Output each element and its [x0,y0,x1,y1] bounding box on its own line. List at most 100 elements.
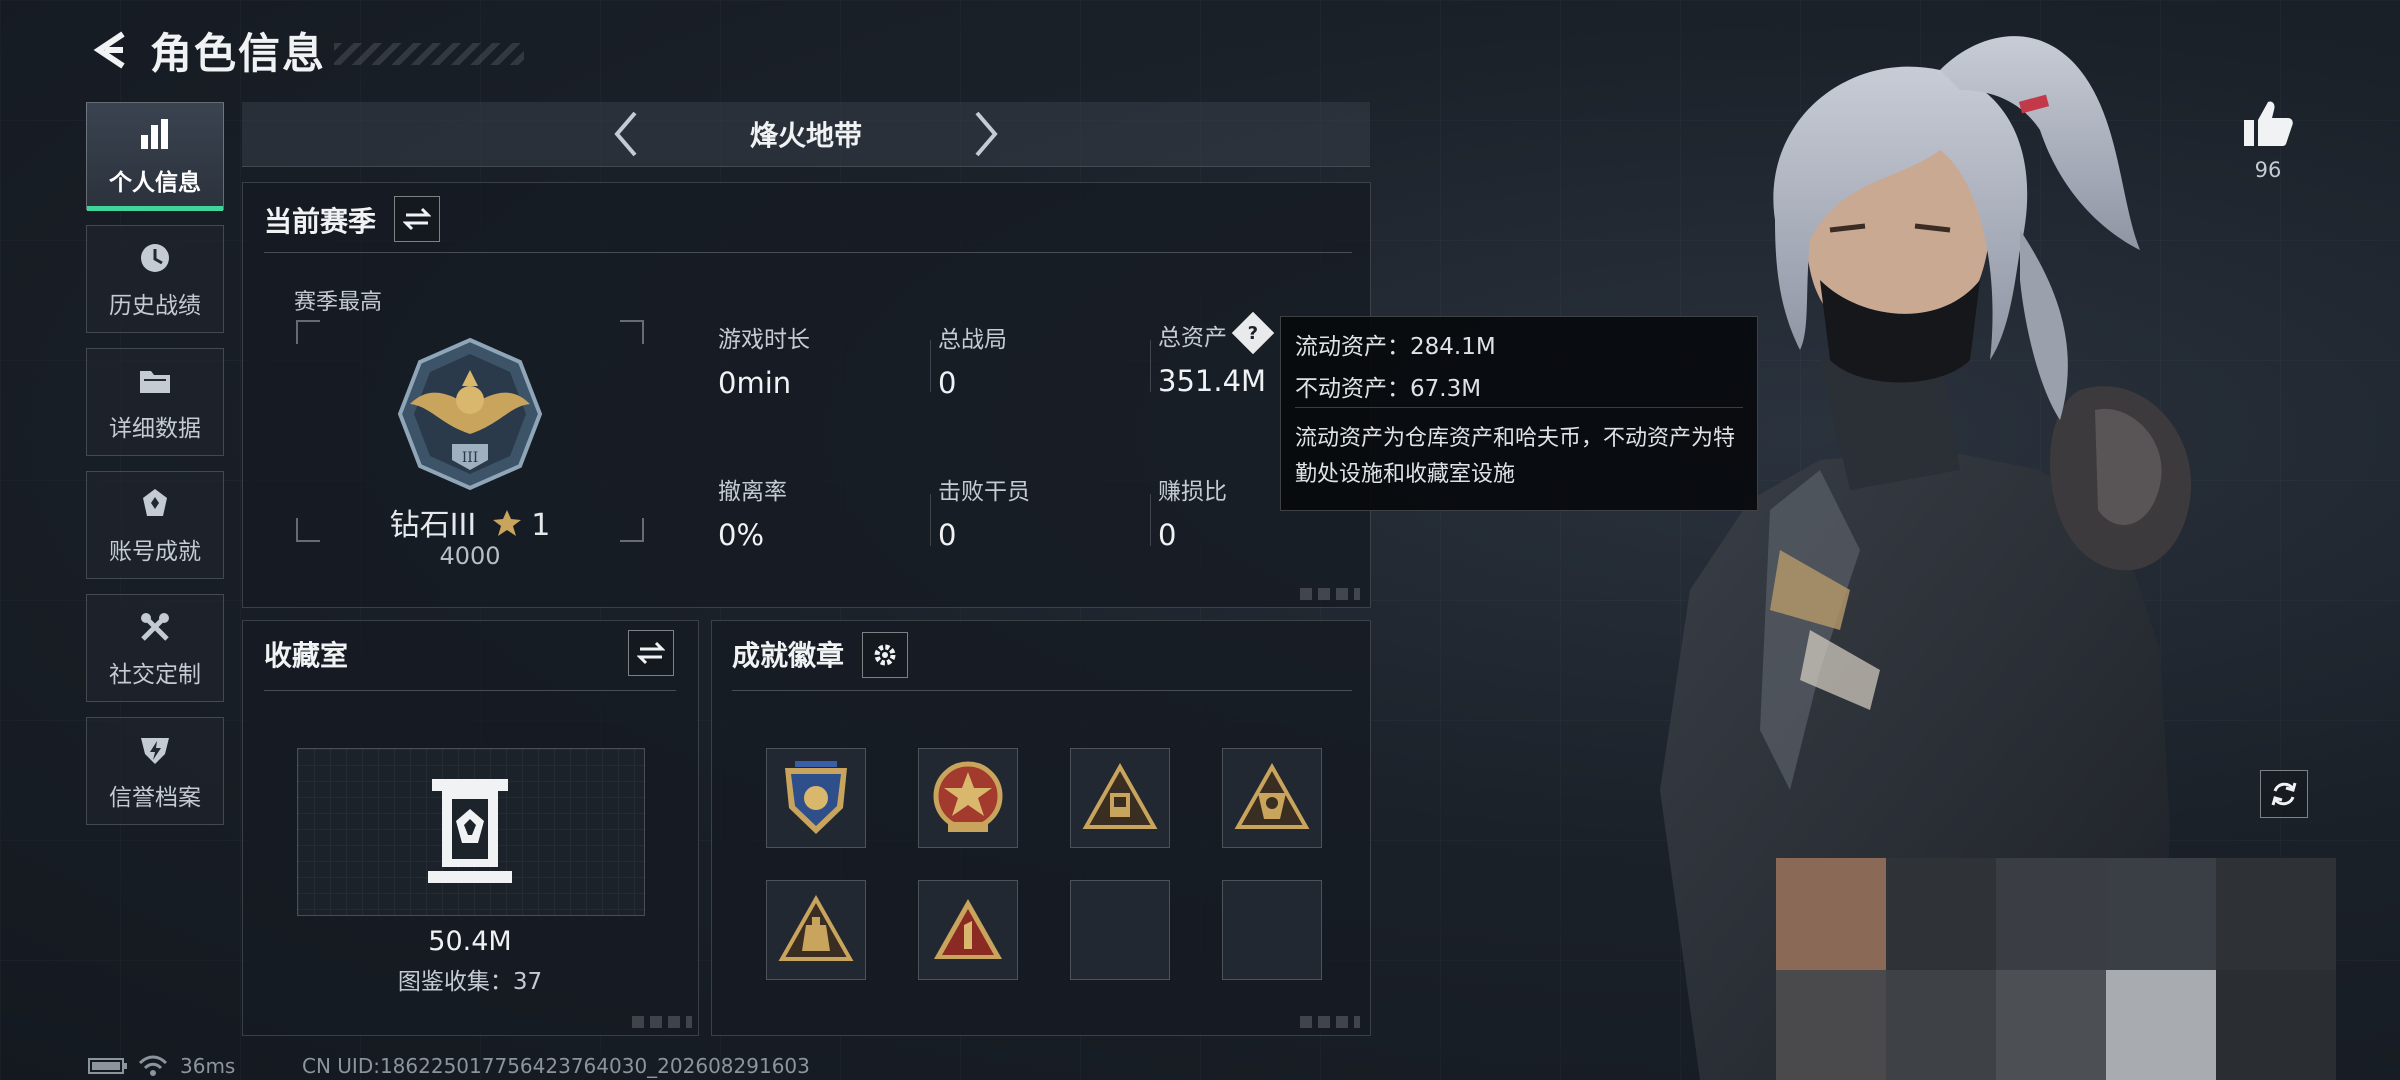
gear-icon [874,644,896,666]
collection-room-card[interactable] [297,748,645,916]
collection-switch-button[interactable] [628,630,674,676]
collection-title: 收藏室 [264,639,349,672]
achievement-icon [135,484,175,524]
nav-label: 信誉档案 [109,785,201,811]
collection-title-divider [264,690,676,691]
tooltip-liquid-assets: 流动资产：284.1M [1295,334,1496,360]
mode-title: 烽火地带 [749,119,862,152]
stat-value: 0 [1158,518,1177,552]
refresh-icon [2271,782,2297,806]
status-bar: 36ms [88,1054,235,1078]
panel-corner-decoration [1300,1016,1360,1028]
stat-label: 总战局 [938,327,1007,353]
stat-divider [930,494,931,546]
stat-total-matches: 总战局 0 [938,320,1138,400]
side-navigation: 个人信息 历史战绩 详细数据 账号成就 社交定制 信誉档案 [86,102,224,840]
ping-value: 36ms [180,1054,236,1078]
history-icon [135,238,175,278]
mode-next-button[interactable] [956,104,1016,164]
triangle-badge-icon [1234,763,1310,829]
badge-slot-2[interactable] [918,748,1018,848]
badges-title: 成就徽章 [732,639,845,672]
season-highest-label: 赛季最高 [294,290,383,315]
like-count: 96 [2254,158,2282,182]
badge-slot-5[interactable] [766,880,866,980]
star-icon [492,510,521,536]
stat-extraction-rate: 撤离率 0% [718,472,918,552]
stat-play-time: 游戏时长 0min [718,320,918,400]
tools-icon [135,607,175,647]
stat-value: 0 [938,518,957,552]
stat-value: 0min [718,366,792,400]
swap-icon [403,207,431,231]
panel-corner-decoration [1300,588,1360,600]
badge-slot-3[interactable] [1070,748,1170,848]
tooltip-divider [1295,407,1743,408]
back-button[interactable] [88,26,136,74]
stat-label-text: 总资产 [1158,325,1227,351]
stat-value: 0 [938,366,957,400]
nav-label: 社交定制 [109,662,201,688]
stat-label: 击败干员 [938,479,1030,505]
page-title: 角色信息 [150,28,327,78]
rotate-character-button[interactable] [2260,770,2308,818]
stat-label: 游戏时长 [718,327,810,353]
badges-title-divider [732,690,1352,691]
season-switch-button[interactable] [394,196,440,242]
bar-chart-icon [135,115,175,155]
shield-icon [135,730,175,770]
rank-stars: 1 [531,508,551,543]
nav-label: 个人信息 [109,170,201,196]
tooltip-fixed-assets: 不动资产：67.3M [1295,376,1482,402]
nav-label: 详细数据 [109,416,201,442]
nav-item-achievements[interactable]: 账号成就 [86,471,224,579]
badge-slot-7-empty[interactable] [1070,880,1170,980]
nav-item-personal-info[interactable]: 个人信息 [86,102,224,211]
folder-icon [135,361,175,401]
badges-settings-button[interactable] [862,632,908,678]
stat-divider [1150,494,1151,546]
back-arrow-icon [93,31,125,69]
badge-slot-4[interactable] [1222,748,1322,848]
page-header: 角色信息 [88,18,525,82]
rank-emblem-icon: III [397,337,543,491]
stat-value: 0% [718,518,765,552]
like-button[interactable] [2240,96,2296,152]
chevron-left-icon [614,111,637,157]
mode-selector: 烽火地带 [242,102,1370,167]
stat-divider [930,340,931,392]
star-badge-icon [933,761,1003,832]
nav-item-credit-record[interactable]: 信誉档案 [86,717,224,825]
mode-prev-button[interactable] [596,104,656,164]
collection-count: 图鉴收集：37 [397,969,543,995]
panel-corner-decoration [632,1016,692,1028]
thumbs-up-icon [2244,101,2293,146]
mosaic-overlay [1776,858,2336,1080]
rank-name-line: 钻石III 1 [296,500,644,544]
triangle-badge-icon [1082,763,1158,829]
stat-label: 撤离率 [718,479,787,505]
display-case-icon [428,779,512,883]
triangle-badge-icon [778,895,854,961]
rank-score: 4000 [439,542,501,570]
user-uid: CN UID:18622501775642376403​0_2026082916… [302,1054,810,1078]
shield-badge-icon [785,761,847,834]
nav-item-social-custom[interactable]: 社交定制 [86,594,224,702]
nav-label: 历史战绩 [109,293,201,319]
nav-item-detailed-data[interactable]: 详细数据 [86,348,224,456]
triangle-badge-one-icon [934,899,1002,959]
svg-text:III: III [462,450,479,466]
badge-slot-6[interactable] [918,880,1018,980]
nav-item-match-history[interactable]: 历史战绩 [86,225,224,333]
collection-value: 50.4M [428,926,512,957]
stat-operators-defeated: 击败干员 0 [938,472,1138,552]
stat-value: 351.4M [1158,364,1267,398]
badge-slot-8-empty[interactable] [1222,880,1322,980]
swap-icon [637,641,665,665]
rank-name: 钻石III [389,508,477,543]
badge-slot-1[interactable] [766,748,866,848]
wifi-icon [138,1055,168,1076]
chevron-right-icon [975,111,998,157]
nav-label: 账号成就 [109,539,201,565]
stat-divider [1150,340,1151,392]
